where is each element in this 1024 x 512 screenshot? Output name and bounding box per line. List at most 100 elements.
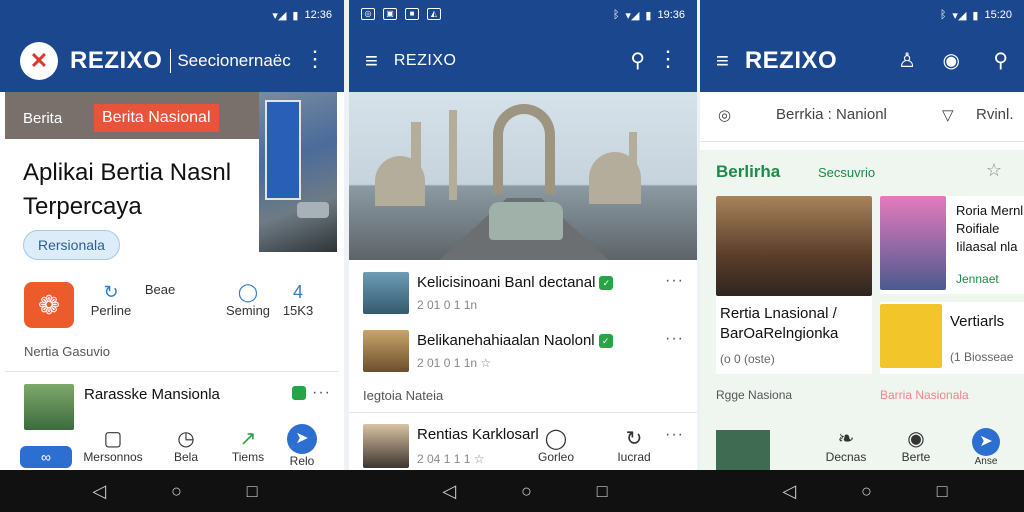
quick-action-3[interactable]: ◯ Seming — [224, 282, 272, 318]
brand-title: REZIXO — [744, 47, 838, 74]
chat-icon[interactable]: ◎ — [718, 106, 731, 124]
category-pill[interactable]: Rersionala — [23, 230, 120, 260]
phone-screen-3: ᛒ ▾◢ ▮ 15:20 ≡ REZIXO ♙ ◉ ⚲ ◎ Berrkia : … — [700, 0, 1024, 470]
badge-icon: ✓ — [598, 334, 613, 349]
section-label: Nertia Gasuvio — [24, 344, 110, 359]
search-icon[interactable]: ⚲ — [630, 48, 645, 73]
news-card-3[interactable]: Vertiarls (1 Biosseae — [880, 302, 1024, 374]
quick-action-2[interactable]: Beae — [140, 282, 180, 297]
search-icon[interactable]: ⚲ — [993, 48, 1008, 73]
number-icon: 4 — [292, 282, 303, 302]
filter-icon[interactable]: ▽ — [942, 106, 954, 124]
menu-icon[interactable]: ≡ — [716, 48, 729, 74]
back-icon[interactable]: ◁ — [92, 481, 106, 502]
minaret-left — [411, 122, 421, 202]
section-subtitle: Secsuvrio — [818, 165, 876, 180]
tab-relo-label[interactable]: Relo — [282, 454, 322, 468]
nav-group-1: ◁ ○ □ — [60, 470, 290, 512]
recent-apps-icon[interactable]: □ — [937, 481, 948, 502]
battery-icon: ▮ — [972, 9, 979, 22]
notif-icon-1: ◎ — [361, 8, 375, 20]
phone-screen-1: ▾◢ ▮ 12:36 ✕ REZIXO Seecionernaëc ⋮ Beri… — [0, 0, 344, 470]
chat-icon: ◯ — [544, 428, 568, 450]
star-icon[interactable]: ☆ — [986, 160, 1002, 181]
back-icon[interactable]: ◁ — [782, 481, 796, 502]
star-icon[interactable]: ☆ — [474, 452, 485, 466]
card-image — [880, 304, 942, 368]
hero-image[interactable] — [349, 92, 697, 260]
list-thumbnail — [363, 424, 409, 468]
nav-group-2: ◁ ○ □ — [410, 470, 640, 512]
tab-mersonnos[interactable]: ▢ Mersonnos — [80, 426, 146, 464]
tab-bela[interactable]: ◷ Bela — [160, 426, 212, 464]
battery-icon: ▮ — [292, 9, 299, 22]
tab-decnas[interactable]: ❧ Decnas — [824, 426, 868, 464]
star-icon[interactable]: ☆ — [480, 356, 491, 370]
menu-icon[interactable]: ≡ — [365, 48, 378, 74]
app-bar: ✕ REZIXO Seecionernaëc ⋮ — [0, 30, 344, 92]
status-bar: ◎ ▣ ■ ◭ ᛒ ▾◢ ▮ 19:36 — [349, 0, 697, 30]
car-shape — [489, 202, 563, 240]
quick-action-1[interactable]: ↻ Perline — [86, 282, 136, 318]
home-icon[interactable]: ○ — [861, 481, 872, 502]
gate-arch — [493, 104, 555, 194]
tab-berte[interactable]: ◉ Berte — [896, 426, 936, 464]
tab-tiems[interactable]: ↗ Tiems — [222, 426, 274, 464]
list-item-title[interactable]: Belikanehahiaalan Naolonl ✓ — [417, 332, 613, 349]
tab-berita-nasional[interactable]: Berrkia : Nanionl — [776, 106, 887, 123]
badge-icon — [292, 386, 306, 400]
brand-divider — [170, 49, 172, 73]
list-item-title[interactable]: Rentias Karklosarl — [417, 426, 539, 443]
battery-icon: ▮ — [645, 9, 652, 22]
arrow-icon[interactable]: ➤ — [972, 428, 1000, 456]
list-item-title[interactable]: Rarasske Mansionla — [84, 386, 220, 403]
back-icon[interactable]: ◁ — [442, 481, 456, 502]
more-options-icon[interactable]: ⋮ — [657, 48, 679, 70]
app-logo[interactable]: ✕ — [20, 42, 58, 80]
minaret-2 — [449, 110, 457, 200]
tab-home-icon[interactable]: ∞ — [20, 446, 72, 468]
section-divider — [5, 371, 338, 372]
notification-icons: ◎ ▣ ■ ◭ — [361, 8, 441, 20]
news-card-1[interactable]: Rertia Lnasional / BarOaRelngionka (o 0 … — [716, 196, 872, 374]
hero-card[interactable]: Berita Berita Nasional Aplikai Bertia Na… — [5, 92, 344, 272]
news-card-2[interactable]: Roria Mernl Roifiale Iilaasal nla Jennae… — [880, 196, 1024, 294]
leaf-icon: ❧ — [837, 428, 855, 450]
grid-icon[interactable]: ❁ — [24, 282, 74, 328]
wifi-icon: ▾◢ — [272, 9, 287, 22]
more-options-icon[interactable]: ⋮ — [304, 48, 326, 70]
more-icon[interactable]: ··· — [665, 330, 684, 348]
more-icon[interactable]: ··· — [312, 384, 331, 402]
list-item-title[interactable]: Kelicisinoani Banl dectanal ✓ — [417, 274, 614, 291]
card-image — [716, 196, 872, 296]
home-icon[interactable]: ○ — [521, 481, 532, 502]
settings-icon[interactable]: ◉ — [943, 48, 960, 73]
tab-gorleo[interactable]: ◯ Gorleo — [533, 426, 579, 464]
recent-apps-icon[interactable]: □ — [597, 481, 608, 502]
quick-action-4[interactable]: 4 15K3 — [276, 282, 320, 318]
card-meta: (o 0 (oste) — [720, 352, 775, 366]
system-nav-bar: ◁ ○ □ ◁ ○ □ ◁ ○ □ — [0, 470, 1024, 512]
refresh-icon: ↻ — [103, 282, 119, 302]
home-icon[interactable]: ○ — [171, 481, 182, 502]
list-item-meta: 2 01 0 1 1n ☆ — [417, 356, 492, 370]
section-label: Rgge Nasiona — [716, 388, 793, 402]
more-icon[interactable]: ··· — [665, 272, 684, 290]
tab-rvinl[interactable]: Rvinl. — [976, 106, 1014, 123]
more-icon[interactable]: ··· — [665, 426, 684, 444]
recent-apps-icon[interactable]: □ — [247, 481, 258, 502]
scan-icon: ▢ — [103, 428, 123, 450]
arrow-icon[interactable]: ➤ — [287, 424, 317, 454]
hero-headline: Aplikai Bertia Nasnl Terpercaya — [23, 156, 263, 224]
tab-iucrad[interactable]: ↻ Iucrad — [609, 426, 659, 464]
category-tag[interactable]: Berita — [23, 110, 62, 127]
category-tag-highlight[interactable]: Berita Nasional — [94, 104, 219, 132]
card-title: Roria Mernl Roifiale Iilaasal nla — [956, 203, 1024, 254]
status-bar: ᛒ ▾◢ ▮ 15:20 — [700, 0, 1024, 30]
list-item-meta: 2 04 1 1 1 ☆ — [417, 452, 485, 466]
tab-thumb[interactable] — [716, 430, 770, 470]
section-title: Berlirha — [716, 162, 781, 181]
user-icon[interactable]: ♙ — [898, 48, 916, 73]
list-thumbnail — [363, 272, 409, 314]
tab-anse-label[interactable]: Anse — [966, 456, 1006, 467]
